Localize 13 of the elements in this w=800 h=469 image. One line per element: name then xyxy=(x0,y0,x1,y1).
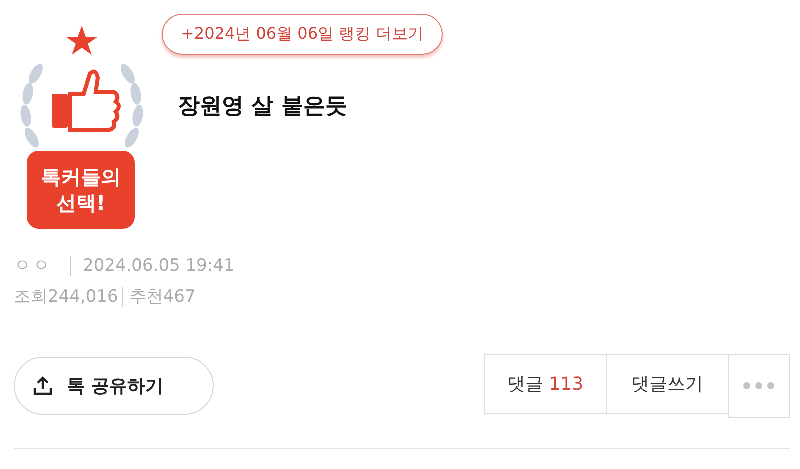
badge-label: 톡커들의 선택! xyxy=(27,151,135,229)
share-button[interactable]: 톡 공유하기 xyxy=(14,357,214,415)
ranking-link[interactable]: +2024년 06월 06일 랭킹 더보기 xyxy=(162,14,444,55)
recommend-count: 추천467 xyxy=(129,286,196,308)
more-icon xyxy=(743,382,775,390)
comments-button[interactable]: 댓글 113 xyxy=(484,354,607,414)
more-button[interactable] xyxy=(728,354,790,418)
post-datetime: 2024.06.05 19:41 xyxy=(83,256,235,276)
share-icon xyxy=(33,376,53,396)
post-title: 장원영 살 붙은듯 xyxy=(178,93,348,121)
view-count: 조회244,016 xyxy=(14,286,118,308)
write-comment-button[interactable]: 댓글쓰기 xyxy=(606,354,729,414)
author-name: ㅇㅇ xyxy=(14,255,53,277)
